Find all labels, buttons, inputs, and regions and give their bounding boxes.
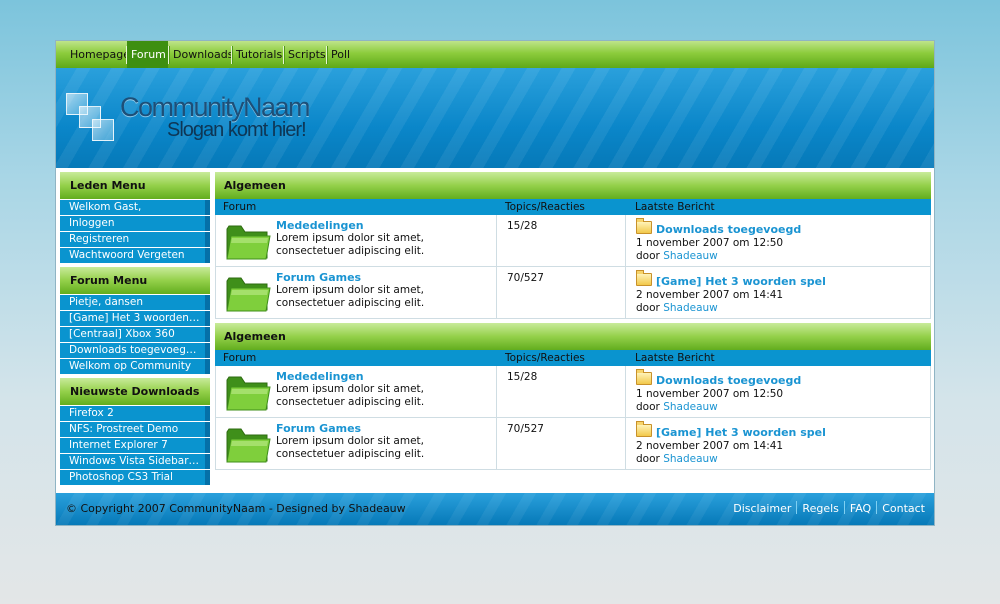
downloads-menu: Nieuwste Downloads Firefox 2 NFS: Prostr… (60, 378, 210, 485)
folder-icon (226, 376, 271, 411)
last-post-date: 1 november 2007 om 12:50 (636, 237, 784, 249)
folder-icon (226, 277, 271, 312)
column-last-post: Laatste Bericht (635, 201, 715, 213)
last-post-link[interactable]: Downloads toegevoegd (656, 374, 801, 387)
forum-name-link[interactable]: Mededelingen (276, 219, 364, 232)
downloads-menu-title: Nieuwste Downloads (60, 378, 210, 405)
by-label: door (636, 401, 660, 413)
topics-count: 70/527 (507, 272, 544, 284)
nav-tutorials[interactable]: Tutorials (232, 41, 286, 68)
by-label: door (636, 302, 660, 314)
forum-row: Forum Games Lorem ipsum dolor sit amet, … (215, 267, 931, 319)
column-topics: Topics/Reacties (505, 201, 585, 213)
leden-menu-item[interactable]: Welkom Gast, (60, 200, 210, 215)
column-forum: Forum (223, 352, 257, 364)
forum-name-link[interactable]: Forum Games (276, 422, 361, 435)
last-post: [Game] Het 3 woorden spel 2 november 200… (636, 270, 926, 315)
topics-count: 15/28 (507, 220, 538, 232)
column-topics: Topics/Reacties (505, 352, 585, 364)
forum-description: Lorem ipsum dolor sit amet, consectetuer… (276, 232, 425, 257)
forum-name-link[interactable]: Forum Games (276, 271, 361, 284)
forum-menu-item[interactable]: [Game] Het 3 woorden… (60, 311, 210, 326)
last-post: Downloads toegevoegd 1 november 2007 om … (636, 369, 926, 414)
folder-icon (226, 225, 271, 260)
nav-forum[interactable]: Forum (127, 41, 168, 68)
nav-downloads[interactable]: Downloads (169, 41, 237, 68)
author-link[interactable]: Shadeauw (663, 401, 718, 413)
last-post: [Game] Het 3 woorden spel 2 november 200… (636, 421, 926, 466)
page-container: Homepage Forum Downloads Tutorials Scrip… (55, 40, 935, 526)
forum-menu-item[interactable]: Downloads toegevoeg… (60, 343, 210, 358)
downloads-menu-item[interactable]: NFS: Prostreet Demo (60, 422, 210, 437)
forum-section: Algemeen Forum Topics/Reacties Laatste B… (215, 172, 931, 319)
footer-link-contact[interactable]: Contact (882, 502, 925, 515)
leden-menu-item[interactable]: Inloggen (60, 216, 210, 231)
column-last-post: Laatste Bericht (635, 352, 715, 364)
leden-menu-item[interactable]: Registreren (60, 232, 210, 247)
column-header: Forum Topics/Reacties Laatste Bericht (215, 350, 931, 366)
forum-row: Mededelingen Lorem ipsum dolor sit amet,… (215, 215, 931, 267)
post-folder-icon (636, 270, 652, 286)
forum-menu-item[interactable]: Welkom op Community (60, 359, 210, 374)
footer-separator (796, 501, 798, 514)
last-post-date: 2 november 2007 om 14:41 (636, 440, 784, 452)
forum-section: Algemeen Forum Topics/Reacties Laatste B… (215, 323, 931, 470)
author-link[interactable]: Shadeauw (663, 250, 718, 262)
folder-icon (226, 428, 271, 463)
last-post-link[interactable]: [Game] Het 3 woorden spel (656, 426, 826, 439)
section-title: Algemeen (215, 323, 931, 350)
forum-row: Mededelingen Lorem ipsum dolor sit amet,… (215, 366, 931, 418)
footer-separator (843, 501, 845, 514)
section-title: Algemeen (215, 172, 931, 199)
author-link[interactable]: Shadeauw (663, 302, 718, 314)
forum-name-link[interactable]: Mededelingen (276, 370, 364, 383)
downloads-menu-item[interactable]: Internet Explorer 7 (60, 438, 210, 453)
logo-slogan: Slogan komt hier! (167, 119, 307, 141)
nav-scripts[interactable]: Scripts (284, 41, 330, 68)
last-post-link[interactable]: [Game] Het 3 woorden spel (656, 275, 826, 288)
forum-menu-item[interactable]: Pietje, dansen (60, 295, 210, 310)
column-forum: Forum (223, 201, 257, 213)
column-header: Forum Topics/Reacties Laatste Bericht (215, 199, 931, 215)
forum-row: Forum Games Lorem ipsum dolor sit amet, … (215, 418, 931, 470)
last-post-link[interactable]: Downloads toegevoegd (656, 223, 801, 236)
site-footer: © Copyright 2007 CommunityNaam - Designe… (56, 493, 934, 525)
downloads-menu-item[interactable]: Windows Vista Sidebar… (60, 454, 210, 469)
by-label: door (636, 250, 660, 262)
forum-menu: Forum Menu Pietje, dansen [Game] Het 3 w… (60, 267, 210, 374)
forum-menu-item[interactable]: [Centraal] Xbox 360 (60, 327, 210, 342)
nav-homepage[interactable]: Homepage (66, 41, 134, 68)
footer-link-regels[interactable]: Regels (802, 502, 838, 515)
post-folder-icon (636, 369, 652, 385)
leden-menu-title: Leden Menu (60, 172, 210, 199)
footer-link-disclaimer[interactable]: Disclaimer (733, 502, 791, 515)
top-navigation: Homepage Forum Downloads Tutorials Scrip… (56, 41, 934, 68)
last-post-date: 1 november 2007 om 12:50 (636, 388, 784, 400)
forum-description: Lorem ipsum dolor sit amet, consectetuer… (276, 383, 425, 408)
by-label: door (636, 453, 660, 465)
post-folder-icon (636, 218, 652, 234)
forum-menu-title: Forum Menu (60, 267, 210, 294)
author-link[interactable]: Shadeauw (663, 453, 718, 465)
downloads-menu-item[interactable]: Firefox 2 (60, 406, 210, 421)
leden-menu-item[interactable]: Wachtwoord Vergeten (60, 248, 210, 263)
last-post-date: 2 november 2007 om 14:41 (636, 289, 784, 301)
footer-link-faq[interactable]: FAQ (850, 502, 871, 515)
leden-menu: Leden Menu Welkom Gast, Inloggen Registr… (60, 172, 210, 263)
post-folder-icon (636, 421, 652, 437)
site-header: CommunityNaam Slogan komt hier! (56, 68, 934, 168)
topics-count: 70/527 (507, 423, 544, 435)
footer-links: Disclaimer Regels FAQ Contact (733, 493, 925, 525)
nav-poll[interactable]: Poll (327, 41, 354, 68)
last-post: Downloads toegevoegd 1 november 2007 om … (636, 218, 926, 263)
forum-description: Lorem ipsum dolor sit amet, consectetuer… (276, 284, 425, 309)
topics-count: 15/28 (507, 371, 538, 383)
downloads-menu-item[interactable]: Photoshop CS3 Trial (60, 470, 210, 485)
forum-description: Lorem ipsum dolor sit amet, consectetuer… (276, 435, 425, 460)
footer-separator (876, 501, 878, 514)
copyright-text: © Copyright 2007 CommunityNaam - Designe… (66, 502, 406, 515)
